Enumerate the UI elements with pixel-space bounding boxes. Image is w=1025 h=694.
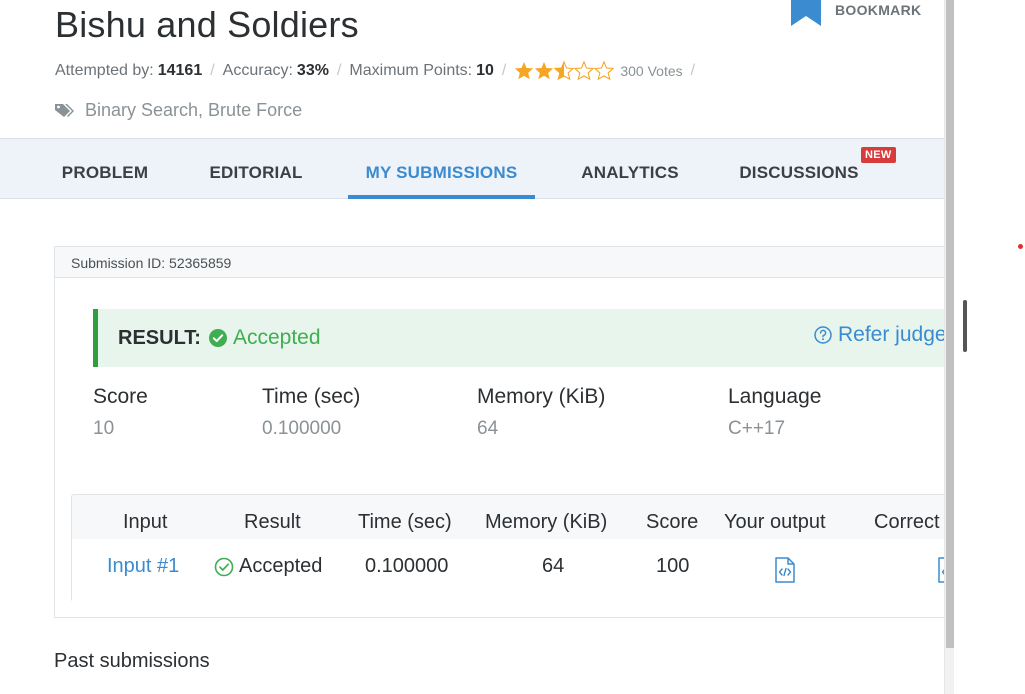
column-header-result: Result <box>244 511 301 533</box>
indicator-dot <box>1018 244 1023 249</box>
testcase-time: 0.100000 <box>365 555 449 577</box>
bookmark-icon <box>791 0 821 26</box>
max-points-value: 10 <box>476 61 494 79</box>
testcase-table: Input Result Time (sec) Memory (KiB) Sco… <box>71 494 944 602</box>
problem-tabs: PROBLEM EDITORIAL MY SUBMISSIONS ANALYTI… <box>0 138 944 199</box>
tag-icon <box>55 103 74 117</box>
stat-score: Score 10 <box>93 385 148 440</box>
star-rating[interactable] <box>514 61 615 80</box>
bookmark-button[interactable]: BOOKMARK <box>790 0 921 26</box>
meta-separator: / <box>210 61 215 79</box>
column-header-memory: Memory (KiB) <box>485 511 608 533</box>
star-empty-icon <box>594 61 615 80</box>
tab-problem[interactable]: PROBLEM <box>48 139 162 199</box>
column-header-score: Score <box>646 511 699 533</box>
stat-time: Time (sec) 0.100000 <box>262 385 360 440</box>
stat-value: 0.100000 <box>262 418 342 439</box>
problem-meta: Attempted by: 14161 / Accuracy: 33% / Ma… <box>55 61 703 80</box>
column-header-correct-output: Correct <box>874 511 940 533</box>
testcase-result-label: Accepted <box>239 555 323 577</box>
accuracy-value: 33% <box>296 61 329 79</box>
stat-label: Score <box>93 385 148 408</box>
main-content: Bishu and Soldiers BOOKMARK Attempted by… <box>0 0 944 694</box>
stat-label: Memory (KiB) <box>477 385 606 408</box>
panel-resize-handle[interactable] <box>963 300 967 352</box>
code-file-icon <box>775 557 795 583</box>
meta-separator: / <box>501 61 507 79</box>
votes-count: 300 Votes <box>620 62 683 79</box>
column-header-time: Time (sec) <box>358 511 452 533</box>
page: Bishu and Soldiers BOOKMARK Attempted by… <box>0 0 1025 694</box>
column-header-input: Input <box>123 511 168 533</box>
code-file-icon <box>938 557 944 583</box>
star-full-icon <box>535 61 554 80</box>
table-row-body <box>72 539 944 602</box>
result-label: RESULT: <box>118 326 201 349</box>
new-badge: NEW <box>861 147 896 163</box>
testcase-score: 100 <box>656 555 690 577</box>
star-half-icon <box>554 61 575 80</box>
help-circle-icon <box>814 326 832 344</box>
testcase-result: Accepted <box>214 555 322 578</box>
tags-text: Binary Search, Brute Force <box>85 100 303 120</box>
tab-editorial[interactable]: EDITORIAL <box>194 139 318 199</box>
correct-output-button[interactable] <box>937 557 944 583</box>
attempted-value: 14161 <box>157 61 203 79</box>
your-output-button[interactable] <box>774 557 796 583</box>
stat-language: Language C++17 <box>728 385 821 440</box>
tab-discussions[interactable]: DISCUSSIONS <box>726 139 872 199</box>
meta-separator: / <box>690 61 696 79</box>
stat-value: C++17 <box>728 418 786 439</box>
bookmark-label: BOOKMARK <box>835 2 922 18</box>
vertical-scrollbar[interactable] <box>944 0 954 694</box>
scrollbar-thumb[interactable] <box>946 0 954 648</box>
stat-value: 10 <box>93 418 115 439</box>
stat-label: Time (sec) <box>262 385 361 408</box>
result-banner: RESULT: Accepted Refer judge <box>93 309 944 367</box>
problem-tags: Binary Search, Brute Force <box>55 100 302 121</box>
stat-value: 64 <box>477 418 499 439</box>
testcase-memory: 64 <box>542 555 565 577</box>
check-circle-icon <box>214 557 234 576</box>
tab-analytics[interactable]: ANALYTICS <box>566 139 694 199</box>
refer-judge-label: Refer judge <box>838 323 944 346</box>
refer-judge-link[interactable]: Refer judge <box>814 323 944 347</box>
submission-id: Submission ID: 52365859 <box>55 247 944 278</box>
problem-title: Bishu and Soldiers <box>55 4 359 45</box>
star-empty-icon <box>574 61 595 80</box>
result-status: Accepted <box>232 326 321 349</box>
accuracy-label: Accuracy: <box>222 61 293 79</box>
check-circle-icon <box>208 329 227 347</box>
max-points-label: Maximum Points: <box>349 61 473 79</box>
input-link[interactable]: Input #1 <box>107 555 179 578</box>
meta-separator: / <box>336 61 342 79</box>
stat-memory: Memory (KiB) 64 <box>477 385 605 440</box>
tab-my-submissions[interactable]: MY SUBMISSIONS <box>348 139 535 199</box>
past-submissions-heading: Past submissions <box>54 650 210 672</box>
stat-label: Language <box>728 385 822 408</box>
column-header-your-output: Your output <box>724 511 826 533</box>
star-full-icon <box>515 61 534 80</box>
submission-card: Submission ID: 52365859 RESULT: Accepted… <box>54 246 944 618</box>
attempted-label: Attempted by: <box>55 61 154 79</box>
